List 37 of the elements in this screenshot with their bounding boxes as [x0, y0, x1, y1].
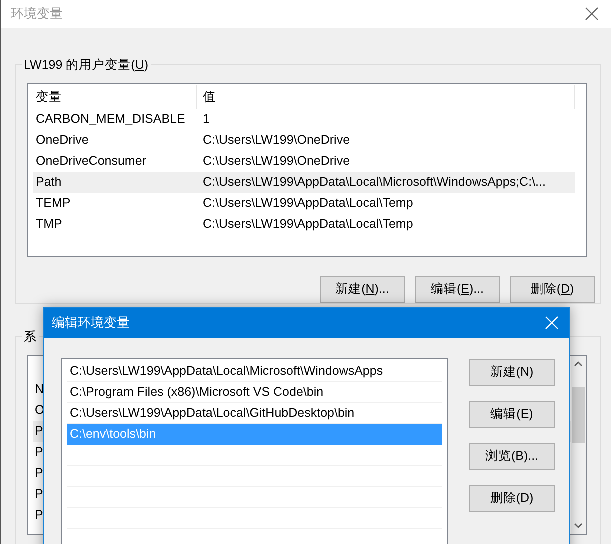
table-cell-text: TMP: [35, 216, 64, 234]
table-row[interactable]: TMP C:\Users\LW199\AppData\Local\Temp: [33, 214, 575, 235]
table-row[interactable]: OneDriveConsumer C:\Users\LW199\OneDrive: [33, 151, 575, 172]
group-label: LW199 的用户变量(U): [22, 56, 151, 75]
table-row[interactable]: Path C:\Users\LW199\AppData\Local\Microsoft\WindowsApps;C:\...: [33, 172, 575, 193]
button[interactable]: 新建(N)...: [320, 276, 405, 303]
button[interactable]: 编辑(E)...: [415, 276, 500, 303]
table-cell-text: Path: [35, 174, 63, 192]
scrollbar[interactable]: [571, 356, 586, 534]
scroll-thumb[interactable]: [572, 387, 585, 443]
button[interactable]: 新建(N): [469, 359, 555, 386]
button[interactable]: 删除(D): [510, 276, 595, 303]
table-cell-text: C:\Users\LW199\OneDrive: [202, 132, 350, 150]
button[interactable]: 编辑(E): [469, 401, 555, 428]
table-cell-text: 1: [202, 111, 210, 128]
table-cell-text: C:\Users\LW199\AppData\Local\Microsoft\WindowsApps;C:\...: [202, 174, 546, 192]
scroll-down-icon[interactable]: [574, 523, 583, 529]
table-row[interactable]: CARBON_MEM_DISABLE 1: [33, 109, 575, 130]
table-cell-text: C:\Users\LW199\AppData\Local\Temp: [202, 216, 414, 234]
table-cell-text: TEMP: [35, 195, 72, 212]
list-item[interactable]: C:\Program Files (x86)\Microsoft VS Code\bin: [67, 382, 442, 403]
column-header[interactable]: 值: [197, 85, 575, 109]
table-cell-text: CARBON_MEM_DISABLE: [35, 111, 186, 128]
close-icon[interactable]: [585, 7, 599, 21]
dialog-title: 编辑环境变量: [52, 314, 130, 332]
window-title: 环境变量: [11, 5, 63, 24]
table-row[interactable]: TEMP C:\Users\LW199\AppData\Local\Temp: [33, 193, 575, 214]
table-cell-text: OneDrive: [35, 132, 90, 150]
column-header[interactable]: 变量: [33, 85, 197, 109]
button[interactable]: 浏览(B)...: [469, 443, 555, 470]
table-row[interactable]: OneDrive C:\Users\LW199\OneDrive: [33, 130, 575, 151]
scroll-up-icon[interactable]: [574, 361, 583, 367]
list-item[interactable]: C:\Users\LW199\AppData\Local\Microsoft\WindowsApps: [67, 361, 442, 382]
table-cell-text: OneDriveConsumer: [35, 153, 148, 170]
table-cell-text: C:\Users\LW199\AppData\Local\Temp: [202, 195, 414, 212]
table-cell-text: C:\Users\LW199\OneDrive: [202, 153, 350, 170]
button[interactable]: 删除(D): [469, 485, 555, 512]
